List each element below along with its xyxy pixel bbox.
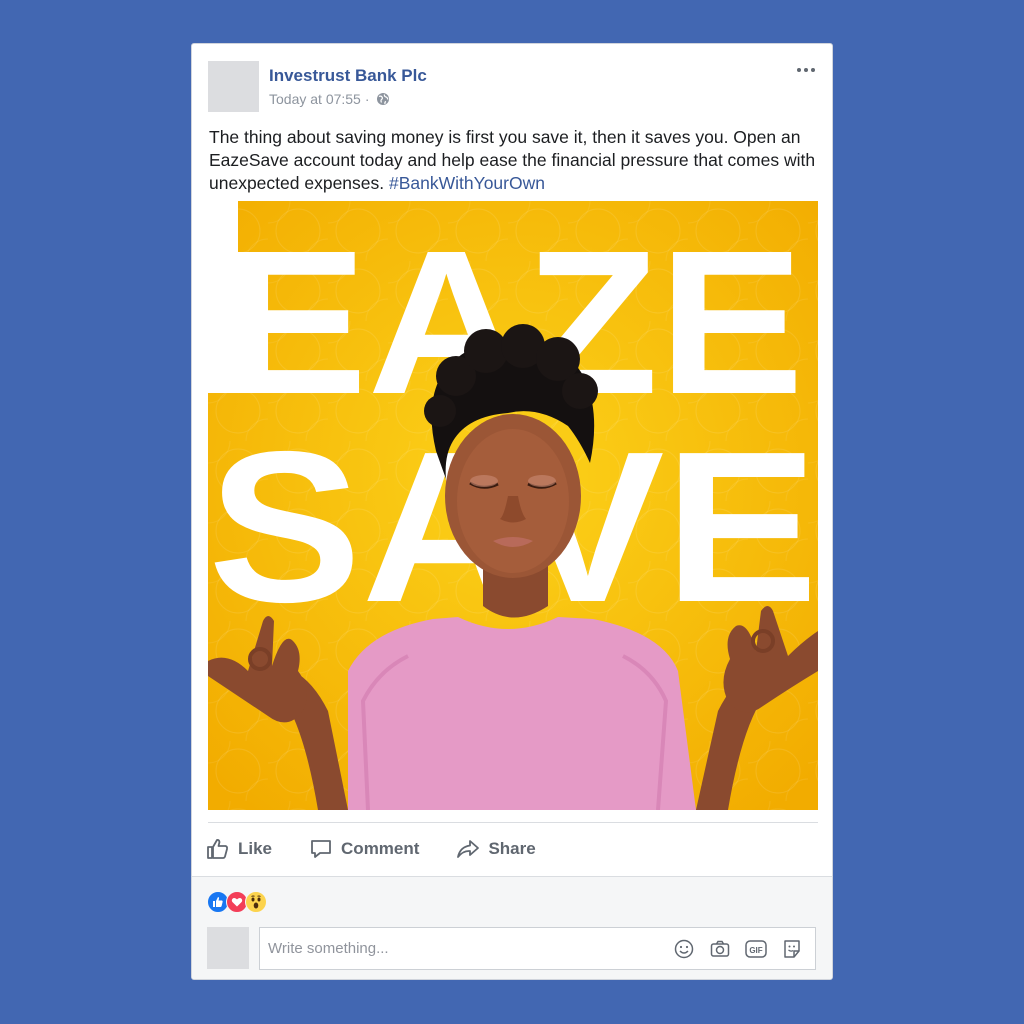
eazesave-ad-graphic: EAZE SAVE [208, 201, 818, 810]
comment-bubble-icon [309, 837, 333, 861]
post-image[interactable]: EAZE SAVE [208, 201, 818, 810]
comment-button[interactable]: Comment [309, 837, 419, 861]
like-button[interactable]: Like [206, 837, 272, 861]
comment-composer[interactable]: GIF [259, 927, 816, 970]
post-actions-bar: Like Comment Share [206, 832, 573, 866]
globe-icon [376, 92, 390, 106]
emoji-icon[interactable] [673, 938, 695, 960]
share-button[interactable]: Share [456, 837, 536, 861]
more-options-icon[interactable] [792, 60, 820, 80]
gif-icon[interactable]: GIF [745, 938, 767, 960]
thumbs-up-icon [206, 837, 230, 861]
page-name-link[interactable]: Investrust Bank Plc [269, 66, 427, 86]
post-text: The thing about saving money is first yo… [209, 126, 819, 195]
wow-reaction-icon [245, 891, 267, 913]
comment-tools: GIF [673, 938, 815, 960]
post-card: Investrust Bank Plc Today at 07:55 · The… [191, 43, 833, 980]
post-footer: GIF [192, 876, 832, 979]
reactions-summary[interactable] [207, 891, 267, 913]
post-timestamp[interactable]: Today at 07:55 [269, 91, 361, 107]
like-label: Like [238, 839, 273, 858]
hashtag-link[interactable]: #BankWithYourOwn [389, 173, 545, 193]
comment-label: Comment [341, 839, 420, 858]
meta-separator: · [364, 91, 370, 107]
share-arrow-icon [456, 837, 480, 861]
page-avatar[interactable] [208, 61, 259, 112]
svg-text:GIF: GIF [749, 946, 762, 955]
camera-icon[interactable] [709, 938, 731, 960]
comment-input[interactable] [260, 927, 673, 970]
viewer-avatar [207, 927, 249, 969]
sticker-icon[interactable] [781, 938, 803, 960]
post-meta: Today at 07:55 · [269, 91, 390, 107]
share-label: Share [488, 839, 536, 858]
action-divider [208, 822, 818, 823]
